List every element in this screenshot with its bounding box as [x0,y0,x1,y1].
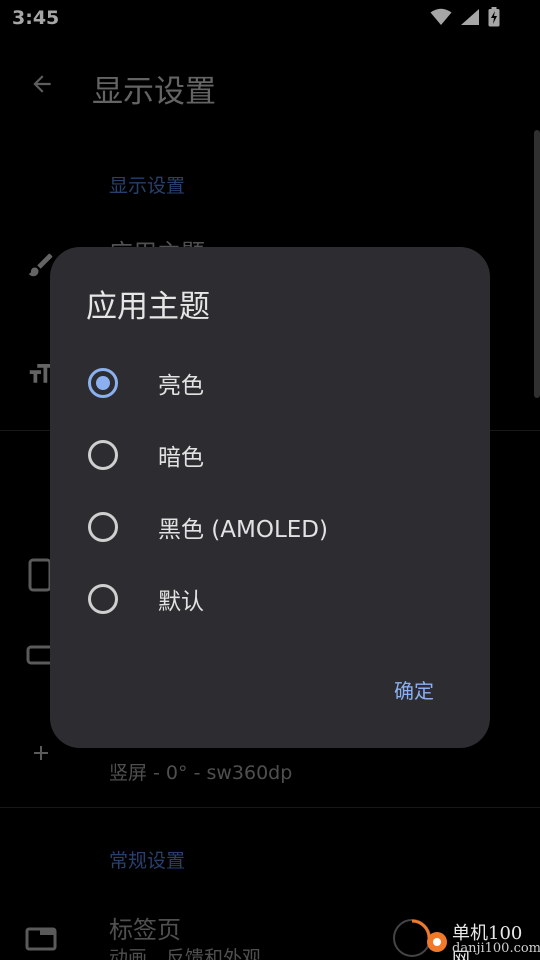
theme-option-amoled[interactable]: 黑色 (AMOLED) [80,495,460,559]
option-label: 暗色 [158,445,204,471]
dialog-title: 应用主题 [86,289,210,325]
theme-dialog: 应用主题 亮色 暗色 黑色 (AMOLED) 默认 确定 [50,247,490,748]
theme-option-dark[interactable]: 暗色 [80,423,460,487]
theme-option-light[interactable]: 亮色 [80,351,460,415]
watermark: 单机100网 danji100.com [390,916,540,960]
confirm-button[interactable]: 确定 [394,675,434,704]
watermark-url: danji100.com [452,941,540,956]
radio-button[interactable] [88,440,118,470]
theme-option-default[interactable]: 默认 [80,567,460,631]
watermark-logo-icon [393,919,447,957]
radio-button-checked[interactable] [88,368,118,398]
radio-button[interactable] [88,584,118,614]
option-label: 默认 [158,589,204,615]
radio-button[interactable] [88,512,118,542]
option-label: 黑色 (AMOLED) [158,517,328,543]
option-label: 亮色 [158,373,204,399]
